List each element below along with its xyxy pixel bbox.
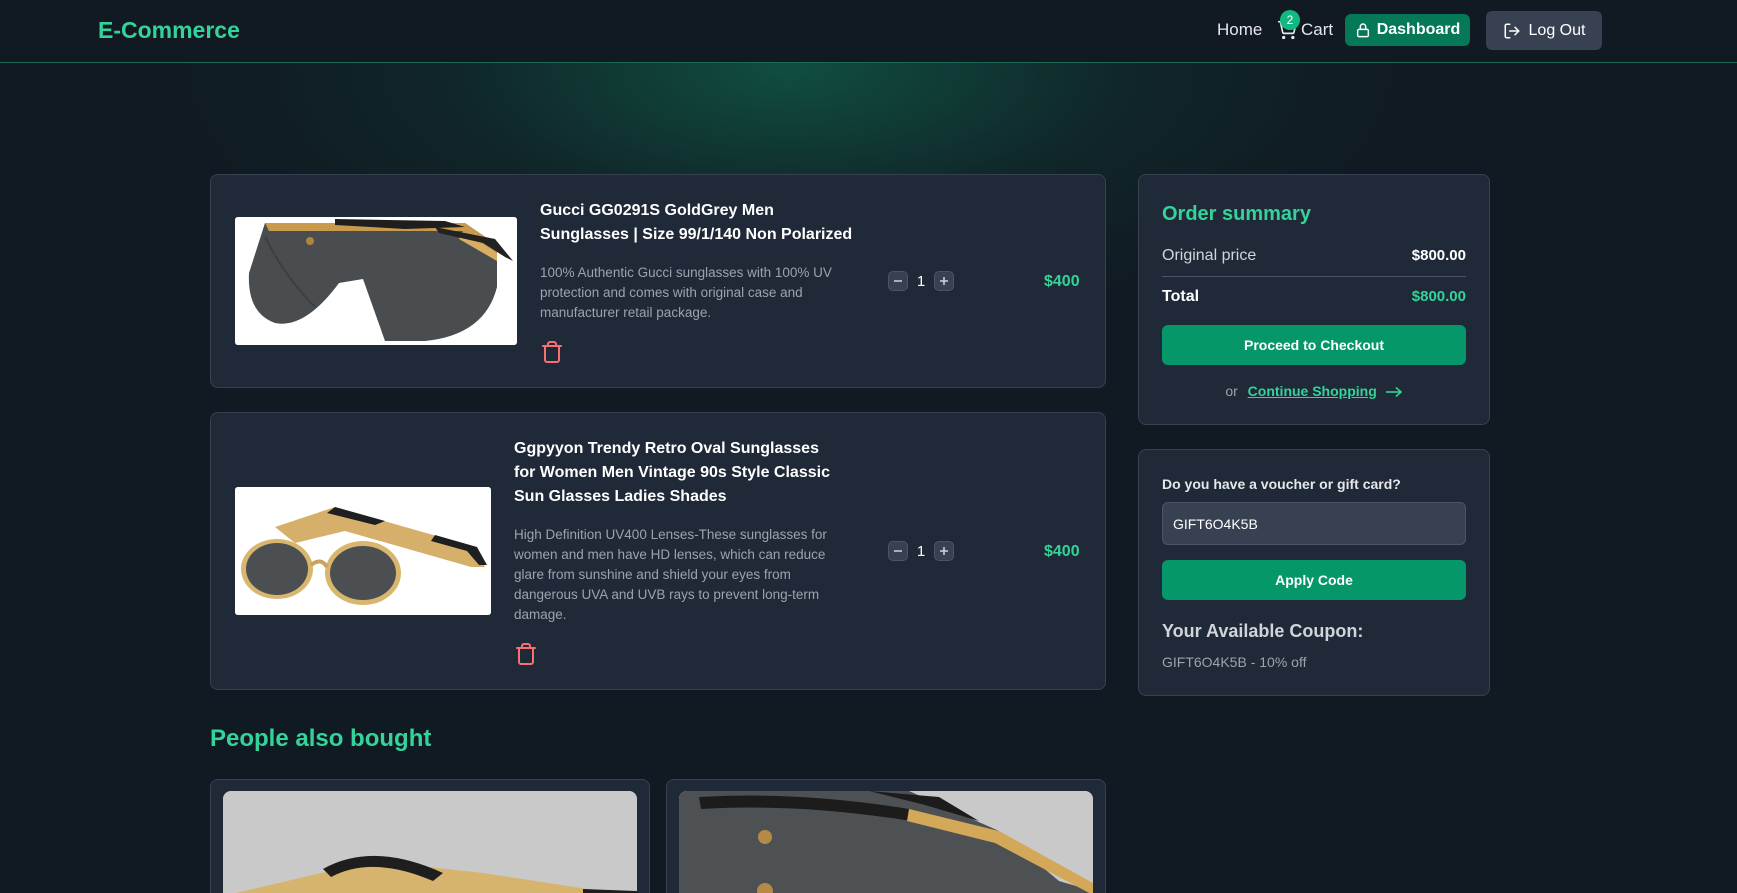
product-title[interactable]: Ggpyyon Trendy Retro Oval Sunglasses for…	[514, 437, 834, 509]
recommended-product-card[interactable]	[666, 779, 1106, 893]
product-price: $400	[1044, 543, 1080, 560]
or-text: or	[1225, 383, 1238, 399]
apply-code-button[interactable]: Apply Code	[1162, 560, 1466, 600]
navbar: E-Commerce Home 2 Cart Dashboard Log Out	[0, 0, 1737, 63]
nav-cart-label: Cart	[1301, 20, 1334, 39]
increase-quantity-button[interactable]	[934, 541, 954, 561]
available-coupon-text: GIFT6O4K5B - 10% off	[1162, 654, 1307, 670]
product-description: High Definition UV400 Lenses-These sungl…	[514, 527, 827, 622]
sunglasses-oval-image	[235, 487, 491, 615]
sunglasses-oval-image	[223, 791, 637, 893]
minus-icon	[894, 550, 902, 552]
nav-home-link[interactable]: Home	[1217, 20, 1262, 40]
product-image[interactable]	[235, 217, 517, 345]
plus-icon	[940, 547, 948, 555]
cart-item: Gucci GG0291S GoldGrey Men Sunglasses | …	[210, 174, 1106, 388]
increase-quantity-button[interactable]	[934, 271, 954, 291]
dashboard-button[interactable]: Dashboard	[1345, 14, 1470, 46]
lock-icon	[1356, 23, 1369, 38]
recommended-product-image[interactable]	[223, 791, 637, 893]
recommended-product-card[interactable]	[210, 779, 650, 893]
arrow-right-icon[interactable]	[1385, 386, 1403, 398]
voucher-label: Do you have a voucher or gift card?	[1162, 476, 1401, 492]
sunglasses-shield-image	[235, 217, 517, 345]
sunglasses-shield-image	[679, 791, 1093, 893]
trash-icon[interactable]	[514, 642, 538, 666]
quantity-stepper: 1	[888, 271, 954, 291]
cart-count-badge: 2	[1280, 10, 1300, 30]
people-also-bought-title: People also bought	[210, 725, 432, 752]
product-title[interactable]: Gucci GG0291S GoldGrey Men Sunglasses | …	[540, 199, 860, 247]
original-price-label: Original price	[1162, 247, 1257, 264]
original-price-value: $800.00	[1411, 247, 1466, 264]
product-price: $400	[1044, 273, 1080, 290]
logout-label: Log Out	[1528, 21, 1586, 39]
continue-shopping-link[interactable]: Continue Shopping	[1248, 383, 1377, 399]
logout-button[interactable]: Log Out	[1486, 11, 1602, 50]
plus-icon	[940, 277, 948, 285]
trash-icon[interactable]	[540, 340, 564, 364]
decrease-quantity-button[interactable]	[888, 271, 908, 291]
proceed-to-checkout-button[interactable]: Proceed to Checkout	[1162, 325, 1466, 365]
continue-shopping-row: or Continue Shopping	[1139, 383, 1489, 399]
dashboard-label: Dashboard	[1376, 21, 1461, 38]
total-value: $800.00	[1411, 288, 1466, 305]
total-label: Total	[1162, 288, 1200, 305]
product-image[interactable]	[235, 487, 491, 615]
voucher-code-input[interactable]	[1162, 502, 1466, 545]
product-description: 100% Authentic Gucci sunglasses with 100…	[540, 265, 832, 320]
cart-item: Ggpyyon Trendy Retro Oval Sunglasses for…	[210, 412, 1106, 690]
quantity-value: 1	[916, 542, 926, 560]
voucher-panel: Do you have a voucher or gift card? Appl…	[1138, 449, 1490, 696]
decrease-quantity-button[interactable]	[888, 541, 908, 561]
quantity-stepper: 1	[888, 541, 954, 561]
summary-divider	[1162, 276, 1466, 277]
logout-icon	[1504, 23, 1520, 38]
order-summary-title: Order summary	[1162, 203, 1311, 225]
recommended-product-image[interactable]	[679, 791, 1093, 893]
nav-cart-link[interactable]: 2 Cart	[1277, 10, 1334, 40]
available-coupon-title: Your Available Coupon:	[1162, 621, 1364, 641]
order-summary-panel: Order summary Original price $800.00 Tot…	[1138, 174, 1490, 425]
quantity-value: 1	[916, 272, 926, 290]
minus-icon	[894, 280, 902, 282]
brand-logo[interactable]: E-Commerce	[98, 17, 240, 44]
